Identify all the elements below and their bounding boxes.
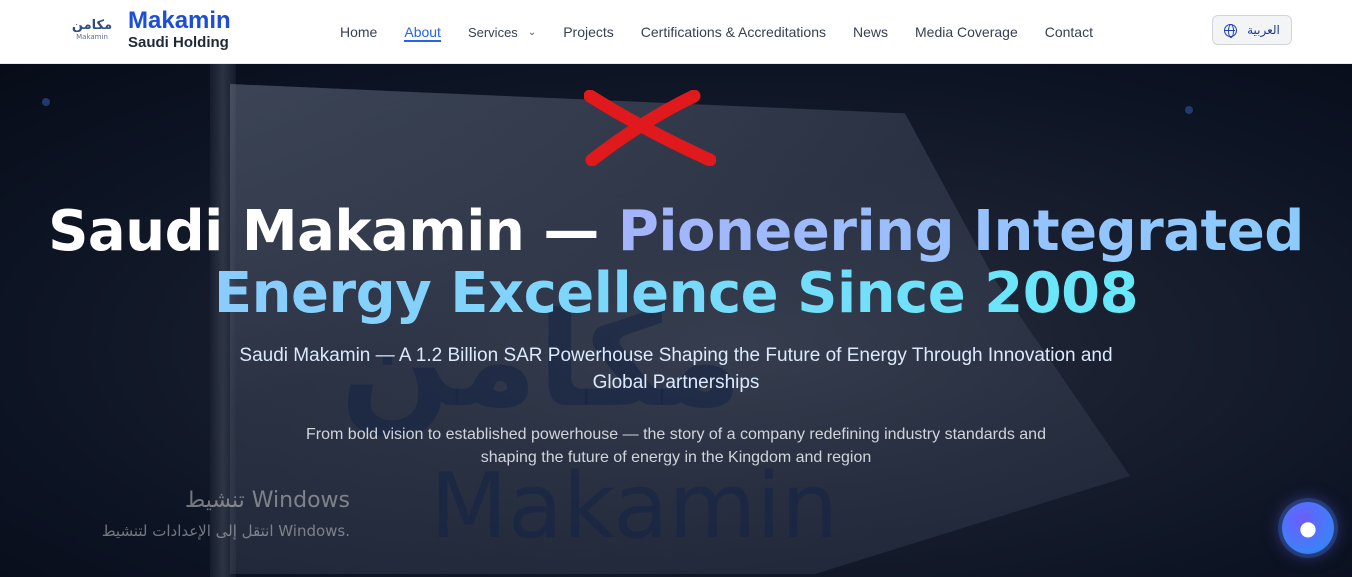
decor-dot [42, 98, 50, 106]
brand-text: Makamin Saudi Holding [128, 8, 231, 52]
logo-latin-text: Makamin [76, 33, 108, 41]
hero-title: Saudi Makamin — Pioneering Integrated En… [30, 201, 1322, 325]
chat-assistant-button[interactable]: ● [1282, 502, 1334, 554]
chat-bot-icon: ● [1299, 516, 1317, 540]
hero-section: مكامن Makamin Saudi Makamin — Pioneering… [0, 64, 1352, 577]
hero-subtitle: Saudi Makamin — A 1.2 Billion SAR Powerh… [239, 345, 1113, 393]
decor-dot [1185, 106, 1193, 114]
hero-description: From bold vision to established powerhou… [306, 426, 1046, 466]
windows-activation-watermark: تنشيط Windows انتقل إلى الإعدادات لتنشيط… [50, 486, 350, 542]
nav-services[interactable]: Services ⌄ [468, 0, 536, 64]
red-x-mark [584, 90, 716, 166]
hero-title-lead: Saudi Makamin — [48, 199, 618, 264]
brand-name: Makamin [128, 7, 231, 34]
makamin-logo-icon: مكامن Makamin [68, 10, 116, 50]
brand-subtitle: Saudi Holding [128, 34, 229, 51]
language-switch-button[interactable]: العربية [1212, 15, 1292, 45]
language-label: العربية [1247, 23, 1280, 37]
nav-home[interactable]: Home [340, 0, 377, 64]
nav-media-coverage[interactable]: Media Coverage [915, 0, 1018, 64]
site-header: مكامن Makamin Makamin Saudi Holding Home… [0, 0, 1352, 64]
nav-projects[interactable]: Projects [563, 0, 614, 64]
nav-contact[interactable]: Contact [1045, 0, 1093, 64]
nav-news[interactable]: News [853, 0, 888, 64]
windows-activation-title: تنشيط Windows [184, 488, 350, 513]
nav-about[interactable]: About [404, 0, 441, 64]
windows-activation-subtitle: انتقل إلى الإعدادات لتنشيط Windows. [101, 522, 350, 540]
globe-icon [1224, 23, 1238, 38]
brand[interactable]: مكامن Makamin Makamin Saudi Holding [68, 8, 231, 52]
flag-latin-text: Makamin [430, 454, 839, 559]
nav-services-label: Services [467, 24, 518, 40]
main-nav: Home About Services ⌄ Projects Certifica… [340, 0, 1120, 64]
logo-arabic-text: مكامن [71, 18, 113, 33]
chevron-down-icon: ⌄ [527, 26, 537, 38]
nav-certifications[interactable]: Certifications & Accreditations [641, 0, 826, 64]
